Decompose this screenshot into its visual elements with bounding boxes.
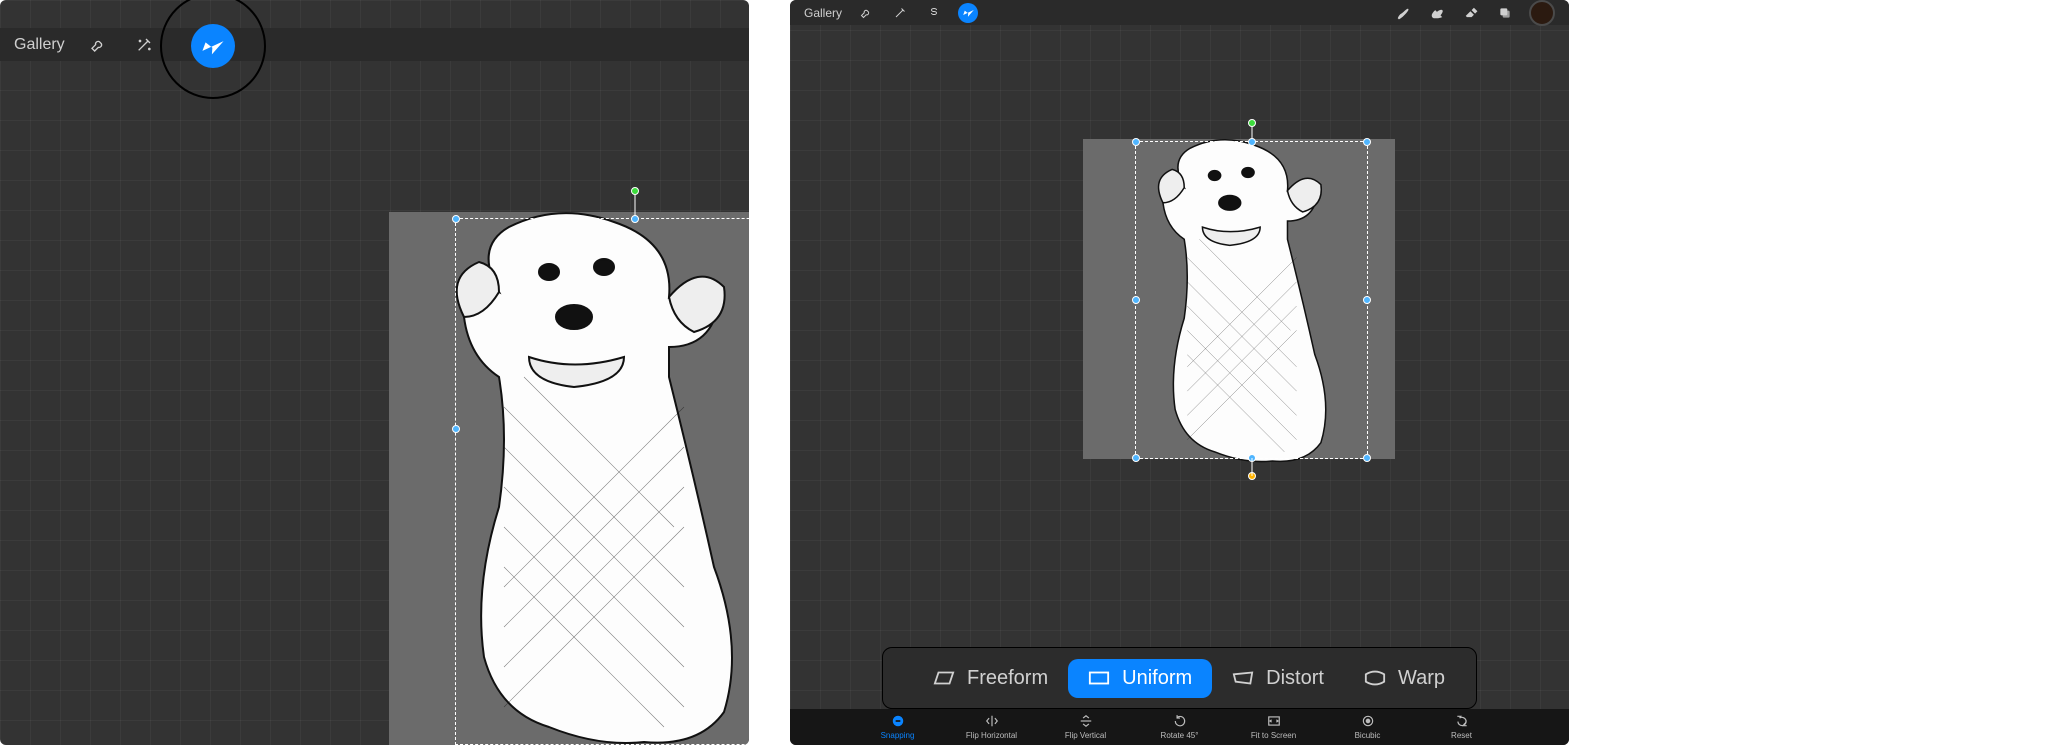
top-toolbar: Gallery xyxy=(790,0,1569,25)
action-label: Bicubic xyxy=(1355,731,1381,740)
handle-top-left[interactable] xyxy=(452,215,460,223)
transform-bounding-box[interactable] xyxy=(455,218,749,745)
screenshot-left: Gallery xyxy=(0,0,749,745)
handle-bottom-left[interactable] xyxy=(1132,454,1140,462)
handle-top-left[interactable] xyxy=(1132,138,1140,146)
action-label: Flip Vertical xyxy=(1065,731,1106,740)
action-rotate-45[interactable]: Rotate 45° xyxy=(1150,714,1210,740)
mode-distort[interactable]: Distort xyxy=(1212,659,1344,698)
handle-bottom-right[interactable] xyxy=(1363,454,1371,462)
handle-right-mid[interactable] xyxy=(1363,296,1371,304)
mode-label: Warp xyxy=(1398,667,1445,690)
mode-label: Uniform xyxy=(1122,667,1192,690)
handle-top-mid[interactable] xyxy=(631,215,639,223)
action-bicubic[interactable]: Bicubic xyxy=(1338,714,1398,740)
action-snapping[interactable]: Snapping xyxy=(868,714,928,740)
mode-label: Distort xyxy=(1266,667,1324,690)
color-swatch[interactable] xyxy=(1529,0,1555,26)
handle-top-right[interactable] xyxy=(1363,138,1371,146)
mode-freeform[interactable]: Freeform xyxy=(913,659,1068,698)
eraser-icon[interactable] xyxy=(1461,3,1481,23)
adjustments-wand-icon[interactable] xyxy=(890,3,910,23)
action-flip-horizontal[interactable]: Flip Horizontal xyxy=(962,714,1022,740)
action-label: Snapping xyxy=(881,731,915,740)
action-reset[interactable]: Reset xyxy=(1432,714,1492,740)
rotation-handle[interactable] xyxy=(1248,119,1256,127)
action-flip-vertical[interactable]: Flip Vertical xyxy=(1056,714,1116,740)
action-label: Reset xyxy=(1451,731,1472,740)
actions-wrench-icon[interactable] xyxy=(85,32,111,58)
transform-mode-panel: Freeform Uniform Distort Warp xyxy=(882,647,1477,709)
selection-s-icon[interactable] xyxy=(924,3,944,23)
top-toolbar: Gallery xyxy=(0,28,749,61)
handle-left-mid[interactable] xyxy=(452,425,460,433)
mode-warp[interactable]: Warp xyxy=(1344,659,1465,698)
mode-uniform[interactable]: Uniform xyxy=(1068,659,1212,698)
gallery-button[interactable]: Gallery xyxy=(14,36,65,54)
handle-left-mid[interactable] xyxy=(1132,296,1140,304)
action-label: Rotate 45° xyxy=(1161,731,1199,740)
action-fit-to-screen[interactable]: Fit to Screen xyxy=(1244,714,1304,740)
layers-icon[interactable] xyxy=(1495,3,1515,23)
action-label: Flip Horizontal xyxy=(966,731,1017,740)
brush-icon[interactable] xyxy=(1393,3,1413,23)
actions-wrench-icon[interactable] xyxy=(856,3,876,23)
smudge-icon[interactable] xyxy=(1427,3,1447,23)
transform-bounding-box[interactable] xyxy=(1135,141,1368,459)
action-label: Fit to Screen xyxy=(1251,731,1296,740)
selection-cursor-icon[interactable] xyxy=(191,24,235,68)
transform-action-strip: Snapping Flip Horizontal Flip Vertical R… xyxy=(790,709,1569,745)
screenshot-right: Gallery xyxy=(790,0,1569,745)
gallery-button[interactable]: Gallery xyxy=(804,6,842,20)
adjustments-wand-icon[interactable] xyxy=(131,32,157,58)
handle-top-mid[interactable] xyxy=(1248,138,1256,146)
rotation-handle[interactable] xyxy=(631,187,639,195)
transform-cursor-icon[interactable] xyxy=(958,3,978,23)
bottom-anchor-line xyxy=(1251,458,1252,476)
mode-label: Freeform xyxy=(967,667,1048,690)
